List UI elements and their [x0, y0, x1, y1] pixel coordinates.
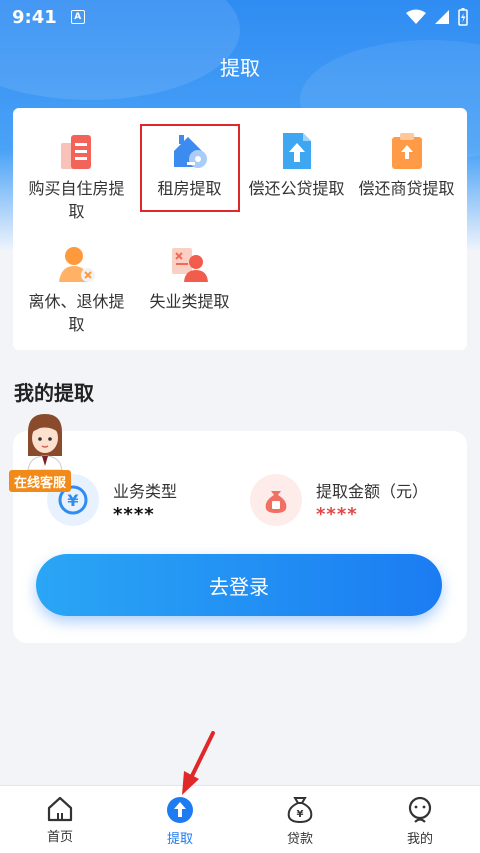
tab-label: 贷款 [286, 832, 313, 847]
amount-stat: 提取金额（元） **** [250, 474, 428, 526]
highlight-box [140, 124, 240, 212]
page-title: 提取 [220, 56, 260, 80]
notification-icon: A [70, 10, 85, 24]
section-title: 我的提取 [14, 381, 94, 405]
user-icon [408, 796, 432, 823]
service-label: 购买自住房提取 [28, 179, 125, 221]
service-retirement[interactable]: 离休、退休提取 [20, 244, 133, 336]
building-icon [57, 131, 97, 171]
service-home-purchase[interactable]: 购买自住房提取 [20, 131, 133, 223]
customer-service-avatar[interactable] [22, 412, 68, 471]
clipboard-upload-icon [387, 131, 427, 171]
money-bag-icon: ¥ [287, 797, 313, 824]
service-public-loan[interactable]: 偿还公贷提取 [240, 131, 353, 200]
tab-withdraw[interactable]: 提取 [120, 786, 240, 853]
document-upload-icon [277, 131, 317, 171]
svg-text:¥: ¥ [297, 809, 304, 820]
login-button[interactable]: 去登录 [36, 554, 442, 616]
service-label: 离休、退休提取 [28, 292, 125, 334]
retired-person-icon [57, 244, 97, 284]
status-time: 9:41 [12, 6, 57, 28]
business-type-label: 业务类型 [113, 482, 178, 501]
money-bag-red-icon [250, 474, 302, 526]
svg-text:¥: ¥ [67, 491, 78, 510]
service-commercial-loan[interactable]: 偿还商贷提取 [350, 131, 463, 200]
service-label: 失业类提取 [149, 292, 230, 311]
unemployed-person-icon [170, 244, 210, 284]
tab-loan[interactable]: ¥ 贷款 [240, 786, 360, 853]
amount-value: **** [316, 504, 358, 525]
tab-home[interactable]: 首页 [0, 786, 120, 853]
upload-arrow-icon [167, 797, 193, 823]
service-unemployment[interactable]: 失业类提取 [133, 244, 246, 313]
business-type-value: **** [113, 504, 155, 525]
service-label: 偿还公贷提取 [248, 179, 345, 198]
tab-label: 首页 [46, 830, 73, 845]
home-icon [47, 796, 73, 822]
tab-label: 提取 [166, 832, 193, 847]
battery-icon [458, 8, 468, 26]
tab-label: 我的 [406, 832, 433, 847]
customer-service-badge[interactable]: 在线客服 [9, 470, 72, 492]
wifi-icon [406, 9, 426, 24]
tab-mine[interactable]: 我的 [360, 786, 480, 853]
amount-label: 提取金额（元） [316, 482, 429, 501]
service-label: 偿还商贷提取 [358, 179, 455, 198]
signal-icon [435, 10, 449, 24]
bottom-tab-bar: 首页 提取 ¥ 贷款 我的 [0, 785, 480, 853]
status-bar: 9:41 A [0, 0, 480, 34]
